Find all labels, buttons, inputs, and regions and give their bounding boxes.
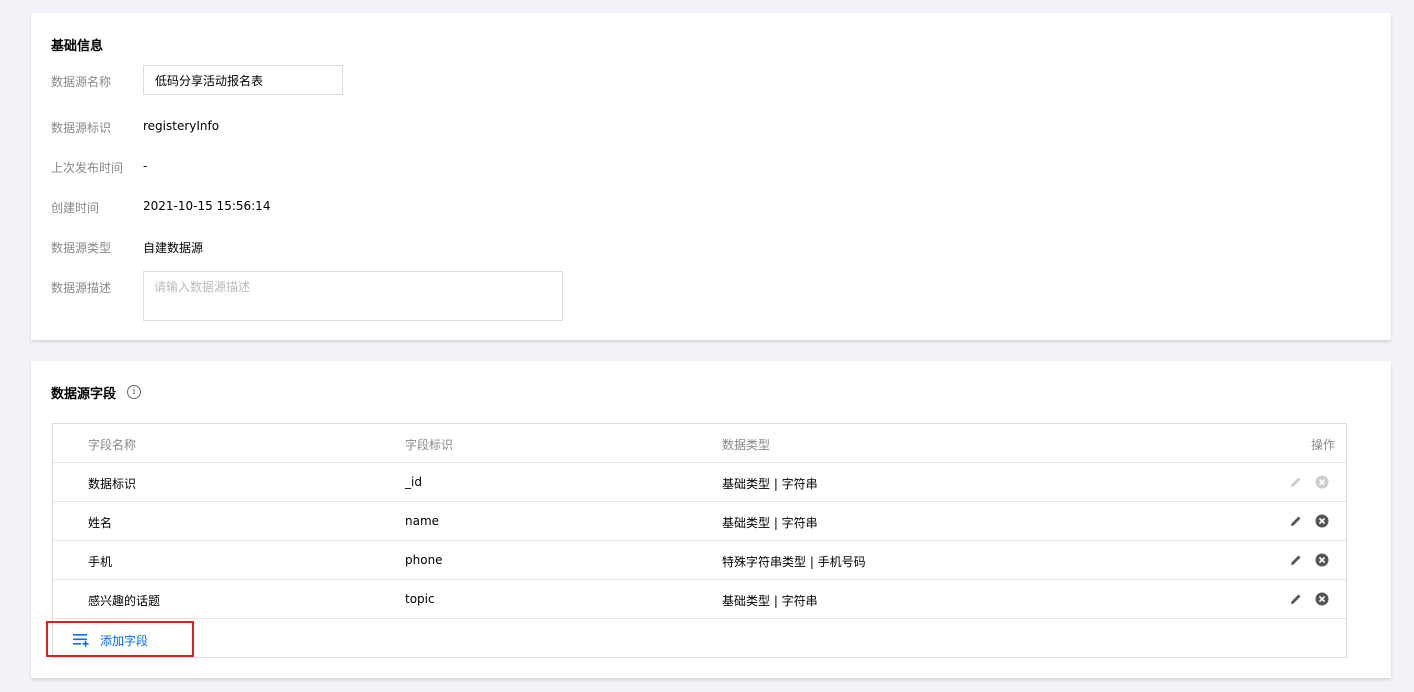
created-value: 2021-10-15 15:56:14 <box>143 199 271 213</box>
publish-value: - <box>143 159 148 173</box>
field-id: topic <box>405 592 435 606</box>
add-field-label: 添加字段 <box>100 634 149 648</box>
created-row: 创建时间 2021-10-15 15:56:14 <box>51 197 751 217</box>
type-row: 数据源类型 自建数据源 <box>51 237 751 257</box>
basic-info-card: 基础信息 数据源名称 数据源标识 registeryInfo 上次发布时间 - … <box>31 13 1391 340</box>
table-row: 姓名 name 基础类型 | 字符串 <box>53 502 1346 541</box>
field-name: 感兴趣的话题 <box>88 594 161 608</box>
name-label: 数据源名称 <box>51 75 112 89</box>
type-value: 自建数据源 <box>143 241 204 255</box>
publish-row: 上次发布时间 - <box>51 157 751 177</box>
field-name: 数据标识 <box>88 477 137 491</box>
fields-table: 字段名称 字段标识 数据类型 操作 数据标识 _id 基础类型 | 字符串 姓名… <box>52 423 1347 658</box>
close-circle-icon[interactable] <box>1315 592 1329 606</box>
field-type: 基础类型 | 字符串 <box>722 477 818 491</box>
field-id: _id <box>405 475 422 489</box>
close-circle-icon[interactable] <box>1315 475 1329 489</box>
id-row: 数据源标识 registeryInfo <box>51 117 751 137</box>
created-label: 创建时间 <box>51 201 100 215</box>
field-id: name <box>405 514 440 528</box>
column-header-type: 数据类型 <box>722 438 771 452</box>
field-name: 姓名 <box>88 516 113 530</box>
field-type: 基础类型 | 字符串 <box>722 516 818 530</box>
id-label: 数据源标识 <box>51 121 112 135</box>
table-row: 手机 phone 特殊字符串类型 | 手机号码 <box>53 541 1346 580</box>
name-input[interactable] <box>143 65 343 95</box>
field-name: 手机 <box>88 555 113 569</box>
pencil-icon[interactable] <box>1289 475 1303 489</box>
type-label: 数据源类型 <box>51 241 112 255</box>
fields-title: 数据源字段 <box>51 387 117 402</box>
pencil-icon[interactable] <box>1289 553 1303 567</box>
table-row: 感兴趣的话题 topic 基础类型 | 字符串 <box>53 580 1346 619</box>
id-value: registeryInfo <box>143 119 220 133</box>
table-header: 字段名称 字段标识 数据类型 操作 <box>53 424 1346 463</box>
add-list-icon <box>73 634 89 647</box>
desc-textarea[interactable] <box>143 271 563 321</box>
info-icon[interactable]: i <box>127 385 141 399</box>
fields-card: 数据源字段 i 字段名称 字段标识 数据类型 操作 数据标识 _id 基础类型 … <box>31 361 1391 678</box>
add-field-button[interactable]: 添加字段 <box>46 621 194 657</box>
pencil-icon[interactable] <box>1289 592 1303 606</box>
column-header-id: 字段标识 <box>405 438 454 452</box>
close-circle-icon[interactable] <box>1315 553 1329 567</box>
desc-label: 数据源描述 <box>51 281 112 295</box>
field-type: 特殊字符串类型 | 手机号码 <box>722 555 866 569</box>
table-row: 数据标识 _id 基础类型 | 字符串 <box>53 463 1346 502</box>
field-type: 基础类型 | 字符串 <box>722 594 818 608</box>
field-id: phone <box>405 553 443 567</box>
publish-label: 上次发布时间 <box>51 161 124 175</box>
pencil-icon[interactable] <box>1289 514 1303 528</box>
close-circle-icon[interactable] <box>1315 514 1329 528</box>
column-header-ops: 操作 <box>1310 438 1335 452</box>
column-header-name: 字段名称 <box>88 438 137 452</box>
basic-info-title: 基础信息 <box>51 39 104 54</box>
